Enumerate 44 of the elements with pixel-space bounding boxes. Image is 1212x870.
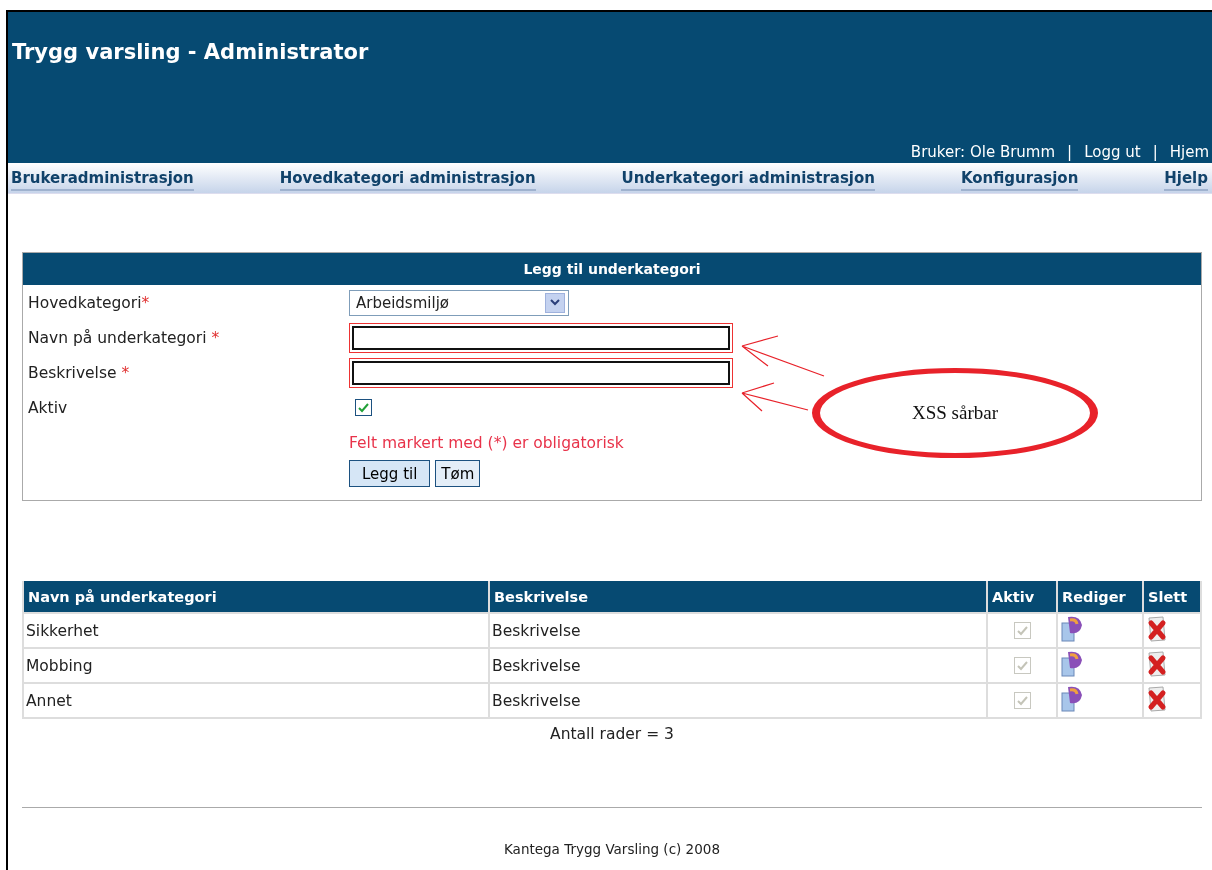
field-label: Beskrivelse * [28,363,131,382]
edit-icon[interactable] [1060,684,1084,713]
header-item: Hjem [1169,143,1209,161]
field-label: Hovedkategori* [28,293,151,312]
header-item: | [1067,143,1073,161]
checkbox[interactable] [355,399,372,416]
delete-icon[interactable] [1146,684,1168,713]
table-cell: Sikkerhet [23,613,489,648]
form-title: Legg til underkategori [22,252,1202,285]
category-select[interactable]: Arbeidsmiljø [349,289,569,316]
edit-icon[interactable] [1060,614,1084,643]
app-title: Trygg varsling - Administrator [12,40,370,64]
header-item: Logg ut [1084,143,1141,161]
column-header: Rediger [1057,581,1143,613]
annotation-arrow [741,382,809,412]
header-item: | [1152,143,1158,161]
delete-icon[interactable] [1146,649,1168,678]
table-cell: Beskrivelse [489,613,987,648]
table-cell: Beskrivelse [489,648,987,683]
column-header: Aktiv [987,581,1057,613]
clear-button[interactable]: Tøm [435,460,481,487]
row-count: Antall rader = 3 [549,725,675,743]
delete-icon[interactable] [1146,614,1168,643]
column-header: Beskrivelse [489,581,987,613]
field-label: Navn på underkategori * [28,328,221,347]
table-cell: Mobbing [23,648,489,683]
header-item: Bruker: Ole Brumm [910,143,1056,161]
dropdown-icon[interactable] [545,292,565,313]
edit-icon[interactable] [1060,649,1084,678]
column-header: Slett [1143,581,1201,613]
add-button[interactable]: Legg til [349,460,431,487]
column-header: Navn på underkategori [23,581,489,613]
nav-link[interactable]: Hjelp [1164,165,1208,191]
table-cell: Beskrivelse [489,683,987,718]
nav-link[interactable]: Brukeradministrasjon [11,165,194,191]
nav-link[interactable]: Hovedkategori administrasjon [279,165,536,191]
required-note: Felt markert med (*) er obligatorisk [349,433,624,452]
nav-link[interactable]: Konfigurasjon [960,165,1079,191]
table-cell: Annet [23,683,489,718]
annotation-callout: XSS sårbar [812,368,1098,458]
nav-link[interactable]: Underkategori administrasjon [621,165,875,191]
footer-text: Kantega Trygg Varsling (c) 2008 [503,841,721,857]
checkmark-icon [358,402,369,413]
field-label: Aktiv [28,398,69,417]
